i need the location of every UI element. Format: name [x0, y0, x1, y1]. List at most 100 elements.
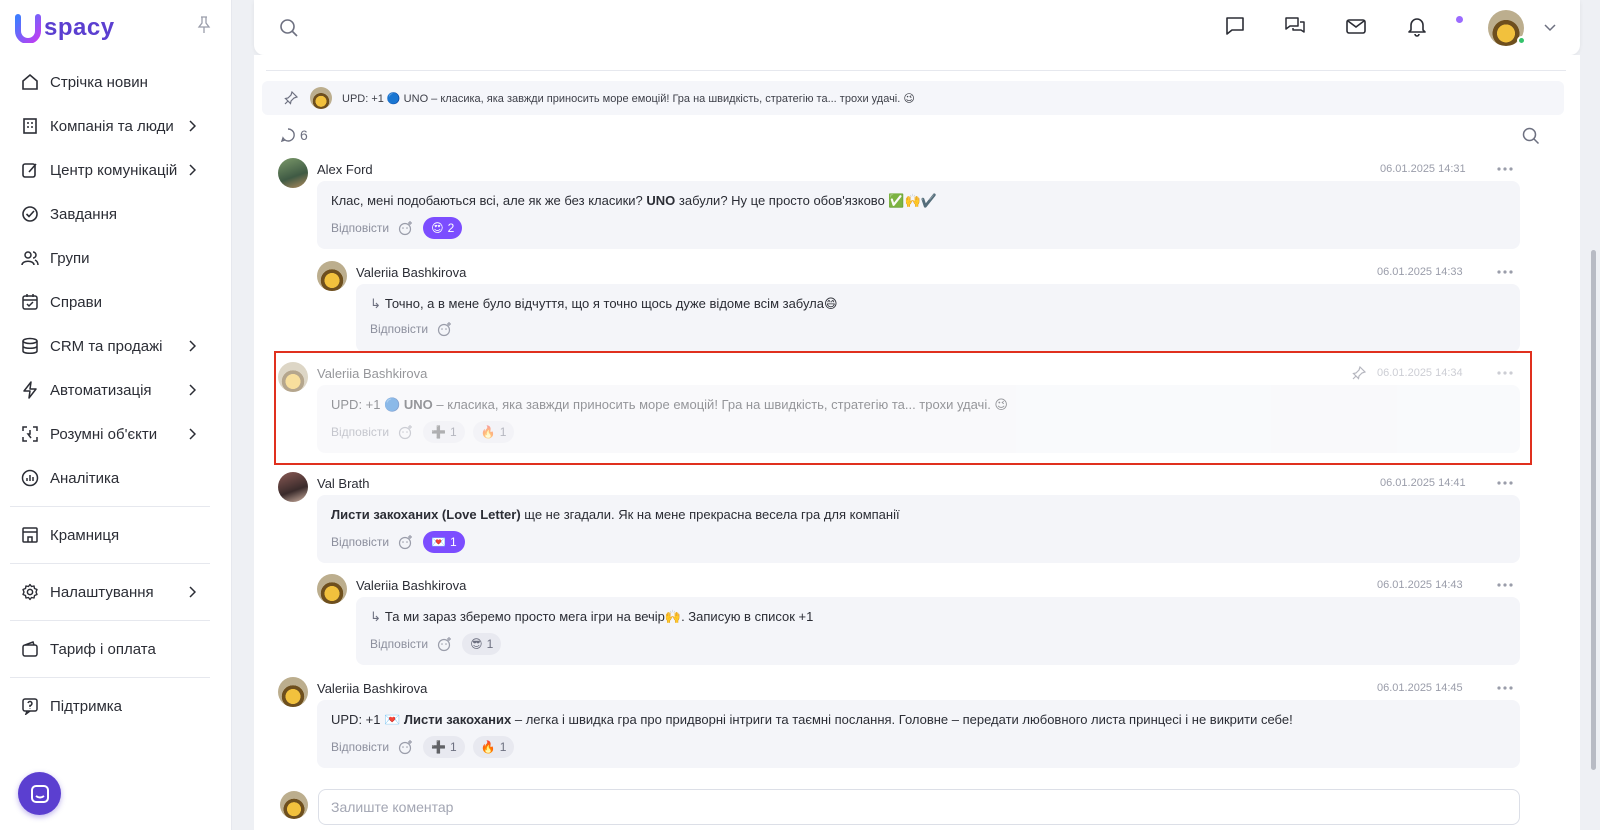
sidebar-item-label: Налаштування: [50, 583, 154, 601]
comment-actions: Відповісти ➕ 1 🔥 1: [331, 736, 515, 758]
sidebar-item-news[interactable]: Стрічка новин: [10, 60, 210, 104]
avatar[interactable]: [278, 472, 308, 502]
chevron-down-icon[interactable]: [1544, 22, 1556, 32]
comment-author[interactable]: Val Brath: [317, 476, 370, 491]
comment-input[interactable]: Залиште коментар: [318, 789, 1520, 825]
notifications-button[interactable]: [1406, 15, 1428, 37]
comment-text: UPD: +1 💌 Листи закоханих – легка і швид…: [331, 712, 1293, 728]
reaction-count: 1: [499, 740, 507, 754]
reply-link[interactable]: Відповісти: [331, 740, 389, 754]
add-reaction-icon[interactable]: [397, 533, 415, 551]
pinned-message[interactable]: UPD: +1 🔵 UNO – класика, яка завжди прин…: [262, 81, 1564, 115]
notification-dot: [1456, 16, 1463, 23]
reaction-count: 1: [486, 637, 494, 651]
text-bold: Листи закоханих (Love Letter): [331, 507, 521, 522]
reply-link[interactable]: Відповісти: [331, 535, 389, 549]
sidebar-item-label: Стрічка новин: [50, 73, 148, 91]
store-icon: [20, 525, 40, 545]
sidebar-item-settings[interactable]: Налаштування: [10, 570, 210, 614]
search-icon[interactable]: [279, 18, 299, 38]
add-reaction-icon[interactable]: [436, 635, 454, 653]
comment-actions: Відповісти 😎 1: [370, 633, 502, 655]
reaction-chip[interactable]: 💌 1: [423, 531, 465, 553]
more-icon[interactable]: [1496, 269, 1514, 275]
divider: [266, 70, 1566, 71]
avatar[interactable]: [317, 574, 347, 604]
more-icon[interactable]: [1496, 166, 1514, 172]
pinned-text: UPD: +1 🔵 UNO – класика, яка завжди прин…: [342, 92, 915, 105]
help-icon: [20, 696, 40, 716]
more-icon[interactable]: [1496, 480, 1514, 486]
sidebar-item-label: Завдання: [50, 205, 117, 223]
text-bold: Листи закоханих: [403, 712, 512, 727]
sidebar-item-store[interactable]: Крамниця: [10, 513, 210, 557]
users-icon: [20, 248, 40, 268]
comment-body: Листи закоханих (Love Letter) ще не згад…: [317, 495, 1520, 563]
comment: Valeriia Bashkirova 06.01.2025 14:45 UPD…: [254, 674, 1554, 770]
chevron-right-icon: [189, 586, 196, 598]
add-reaction-icon[interactable]: [397, 219, 415, 237]
comment-author[interactable]: Valeriia Bashkirova: [317, 681, 427, 696]
sidebar-item-support[interactable]: Підтримка: [10, 684, 210, 728]
more-icon[interactable]: [1496, 685, 1514, 691]
sidebar-item-tasks[interactable]: Завдання: [10, 192, 210, 236]
sidebar-item-affairs[interactable]: Справи: [10, 280, 210, 324]
sidebar-item-analytics[interactable]: Аналітика: [10, 456, 210, 500]
reaction-emoji: 😎: [470, 637, 483, 651]
sidebar-item-label: CRM та продажі: [50, 337, 163, 355]
online-status-dot: [1517, 36, 1526, 45]
sidebar-item-automation[interactable]: Автоматизація: [10, 368, 210, 412]
lightning-icon: [20, 380, 40, 400]
add-reaction-icon[interactable]: [436, 320, 454, 338]
reply-arrow-icon: ↳: [370, 609, 381, 624]
sidebar-item-billing[interactable]: Тариф і оплата: [10, 627, 210, 671]
sidebar-divider: [10, 620, 210, 621]
sidebar-item-communications[interactable]: Центр комунікацій: [10, 148, 210, 192]
avatar: [310, 87, 332, 109]
chat-support-button[interactable]: [18, 772, 61, 815]
top-bar: [254, 0, 1580, 55]
avatar[interactable]: [278, 677, 308, 707]
sidebar-item-company[interactable]: Компанія та люди: [10, 104, 210, 148]
search-comments-icon[interactable]: [1522, 127, 1540, 145]
add-reaction-icon[interactable]: [397, 738, 415, 756]
comment-author[interactable]: Alex Ford: [317, 162, 373, 177]
sidebar-item-groups[interactable]: Групи: [10, 236, 210, 280]
sidebar-item-smart-objects[interactable]: Розумні об'єкти: [10, 412, 210, 456]
reaction-chip[interactable]: 🔥 1: [472, 736, 515, 758]
reply-link[interactable]: Відповісти: [370, 637, 428, 651]
reaction-emoji: 💌: [431, 535, 447, 549]
comment-text: ↳ Точно, а в мене було відчуття, що я точ…: [370, 296, 838, 312]
more-icon[interactable]: [1496, 582, 1514, 588]
scrollbar[interactable]: [1591, 250, 1596, 770]
avatar[interactable]: [278, 158, 308, 188]
reaction-chip[interactable]: ➕ 1: [423, 736, 465, 758]
text-part: ще не згадали. Як на мене прекрасна весе…: [520, 507, 900, 522]
sidebar-item-label: Справи: [50, 293, 102, 311]
comment-author[interactable]: Valeriia Bashkirova: [356, 578, 466, 593]
comment-date: 06.01.2025 14:45: [1377, 682, 1463, 694]
reply-link[interactable]: Відповісти: [331, 221, 389, 235]
comment-actions: Відповісти: [370, 320, 454, 338]
reaction-chip[interactable]: 😎 1: [462, 633, 502, 655]
avatar[interactable]: [317, 261, 347, 291]
pin-sidebar-icon[interactable]: [197, 16, 211, 34]
chat-icon: [1226, 17, 1244, 35]
sidebar-item-label: Підтримка: [50, 697, 123, 715]
comment-icon: [280, 128, 295, 143]
discussions-button[interactable]: [1284, 15, 1306, 37]
reply-link[interactable]: Відповісти: [370, 322, 428, 336]
logo[interactable]: spacy: [14, 12, 115, 44]
reaction-count: 1: [450, 740, 457, 754]
comment-text: Клас, мені подобаються всі, але як же бе…: [331, 193, 937, 209]
gear-icon: [20, 582, 40, 602]
comment-author[interactable]: Valeriia Bashkirova: [356, 265, 466, 280]
reaction-chip[interactable]: 😍 2: [423, 217, 463, 239]
mail-button[interactable]: [1345, 15, 1367, 37]
comment-date: 06.01.2025 14:33: [1377, 266, 1463, 278]
comment-body: UPD: +1 💌 Листи закоханих – легка і швид…: [317, 700, 1520, 768]
sidebar-nav: Стрічка новин Компанія та люди Центр ком…: [10, 60, 210, 728]
sidebar-item-crm[interactable]: CRM та продажі: [10, 324, 210, 368]
messages-button[interactable]: [1224, 15, 1246, 37]
reaction-emoji: 😍: [431, 221, 444, 235]
